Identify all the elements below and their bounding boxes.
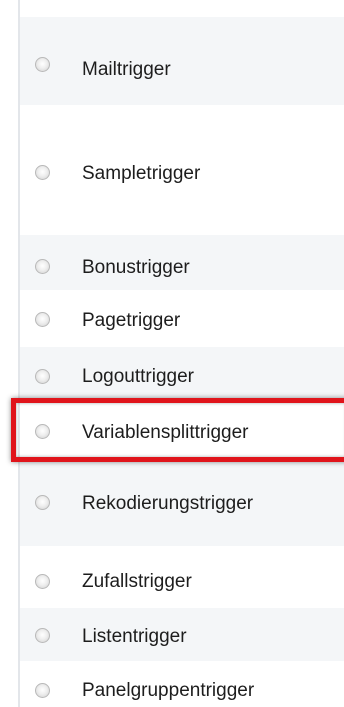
trigger-label: Sampletrigger [82,163,201,184]
trigger-row-mailtrigger[interactable]: Mailtrigger [20,15,344,105]
trigger-row-listentrigger[interactable]: Listentrigger [20,606,344,661]
trigger-row-sampletrigger[interactable]: Sampletrigger [20,105,344,233]
radio-button-logouttrigger[interactable] [35,369,50,384]
trigger-row-rekodierungstrigger[interactable]: Rekodierungstrigger [20,460,344,546]
trigger-type-list: Mailtrigger Sampletrigger Bonustrigger P… [0,0,344,707]
trigger-row-bonustrigger[interactable]: Bonustrigger [20,233,344,290]
trigger-label: Panelgruppentrigger [82,680,255,701]
radio-button-sampletrigger[interactable] [35,165,50,180]
radio-button-panelgruppentrigger[interactable] [35,683,50,698]
trigger-label: Mailtrigger [82,59,171,80]
trigger-row-logouttrigger[interactable]: Logouttrigger [20,345,344,400]
radio-button-rekodierungstrigger[interactable] [35,495,50,510]
trigger-label: Rekodierungstrigger [82,493,254,514]
radio-button-bonustrigger[interactable] [35,259,50,274]
trigger-row-pagetrigger[interactable]: Pagetrigger [20,290,344,345]
trigger-row-panelgruppentrigger[interactable]: Panelgruppentrigger [20,661,344,707]
trigger-label: Pagetrigger [82,310,181,331]
trigger-label: Variablensplittrigger [82,422,249,443]
radio-button-mailtrigger[interactable] [35,57,50,72]
trigger-label: Listentrigger [82,626,187,647]
trigger-row-variablensplittrigger[interactable]: Variablensplittrigger [20,400,344,460]
trigger-label: Logouttrigger [82,366,194,387]
radio-button-variablensplittrigger[interactable] [35,424,50,439]
radio-button-listentrigger[interactable] [35,628,50,643]
trigger-label: Zufallstrigger [82,571,192,592]
trigger-label: Bonustrigger [82,257,190,278]
radio-button-pagetrigger[interactable] [35,312,50,327]
radio-button-zufallstrigger[interactable] [35,574,50,589]
trigger-row-zufallstrigger[interactable]: Zufallstrigger [20,546,344,606]
